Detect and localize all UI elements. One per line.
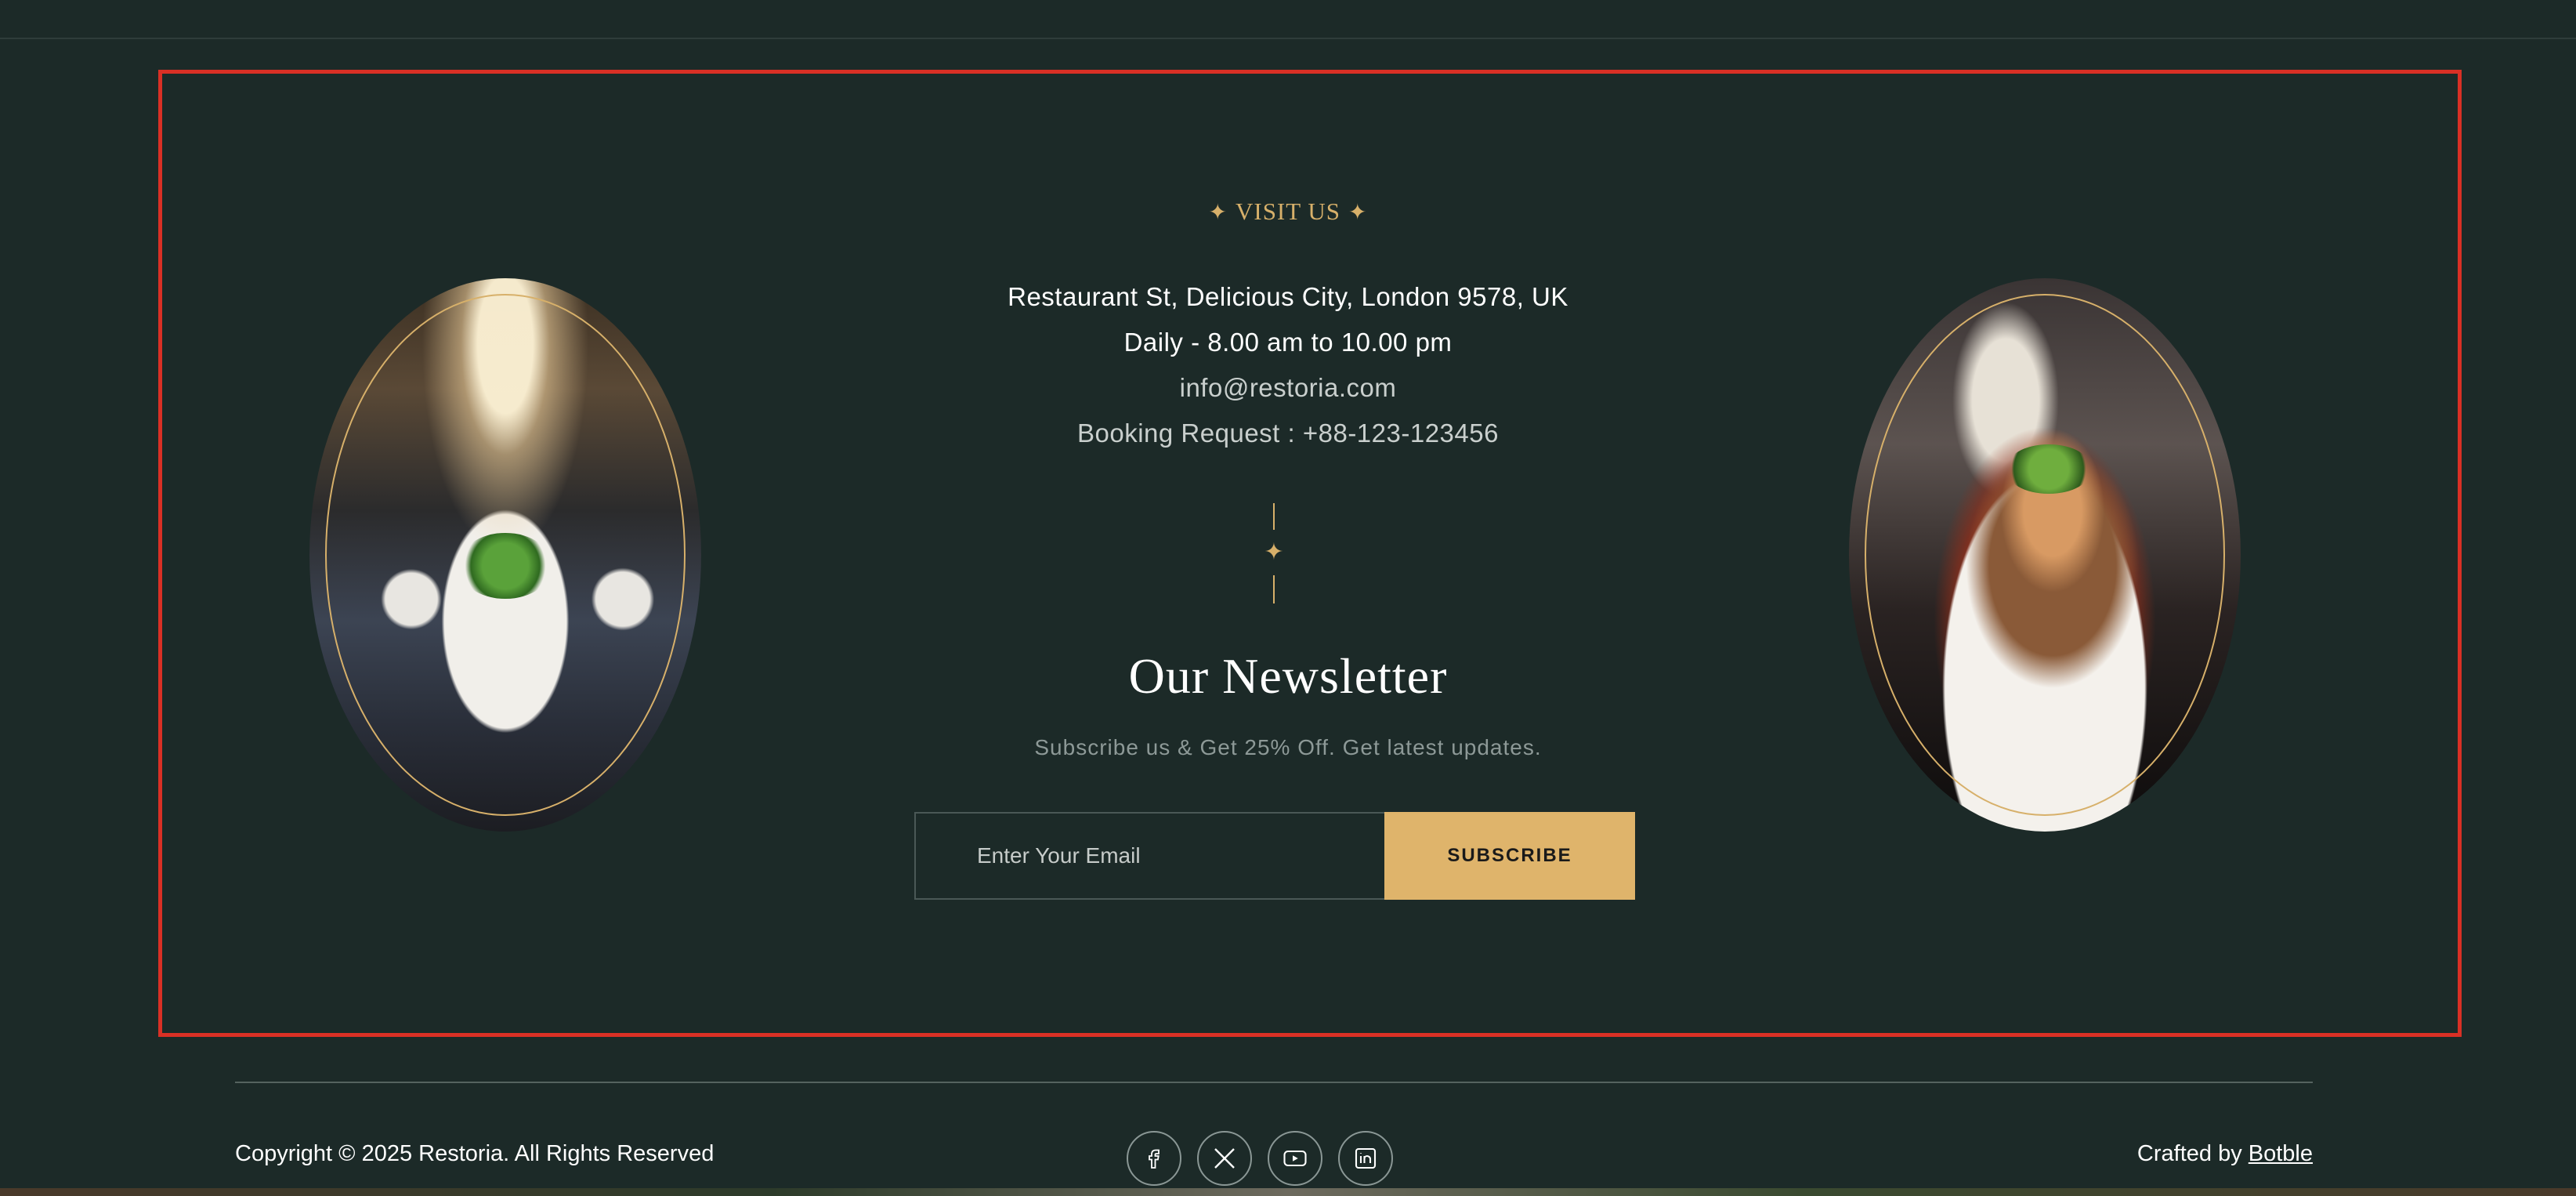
sparkle-icon: ✦ bbox=[1208, 199, 1228, 225]
facebook-link[interactable] bbox=[1127, 1131, 1181, 1186]
facebook-icon bbox=[1149, 1149, 1160, 1169]
ornament-star-icon: ✦ bbox=[1264, 538, 1284, 566]
booking-phone[interactable]: Booking Request : +88-123-123456 bbox=[818, 419, 1758, 448]
email-input[interactable] bbox=[914, 812, 1384, 900]
x-link[interactable] bbox=[1197, 1131, 1252, 1186]
footer-divider bbox=[235, 1082, 2313, 1083]
opening-hours: Daily - 8.00 am to 10.00 pm bbox=[1123, 328, 1453, 357]
x-icon bbox=[1214, 1148, 1235, 1169]
newsletter-subtitle: Subscribe us & Get 25% Off. Get latest u… bbox=[1034, 735, 1542, 759]
youtube-link[interactable] bbox=[1268, 1131, 1322, 1186]
next-section-image-edge bbox=[0, 1188, 2576, 1196]
linkedin-icon bbox=[1355, 1147, 1377, 1169]
ornament-line-bottom bbox=[1273, 575, 1275, 603]
linkedin-link[interactable] bbox=[1338, 1131, 1393, 1186]
dish-image bbox=[1849, 278, 2241, 832]
crafted-by: Crafted by Botble bbox=[2137, 1141, 2313, 1167]
social-links bbox=[1127, 1131, 1393, 1186]
visit-label: VISIT US bbox=[1235, 198, 1341, 225]
email-link[interactable]: info@restoria.com bbox=[818, 373, 1758, 403]
botble-link[interactable]: Botble bbox=[2249, 1141, 2313, 1166]
copyright-text: Copyright © 2025 Restoria. All Rights Re… bbox=[235, 1141, 715, 1166]
youtube-icon bbox=[1283, 1150, 1307, 1167]
visit-eyebrow: ✦ VISIT US ✦ bbox=[818, 198, 1758, 226]
sparkle-icon: ✦ bbox=[1348, 199, 1368, 225]
crafted-by-prefix: Crafted by bbox=[2136, 1141, 2249, 1166]
subscribe-button[interactable]: SUBSCRIBE bbox=[1384, 812, 1635, 900]
ornament-line-top bbox=[1273, 503, 1275, 530]
newsletter-title: Our Newsletter bbox=[1128, 648, 1448, 704]
address: Restaurant St, Delicious City, London 95… bbox=[1008, 282, 1568, 311]
top-divider bbox=[0, 38, 2576, 39]
newsletter-form: SUBSCRIBE bbox=[914, 812, 1635, 900]
dining-room-image bbox=[309, 278, 701, 832]
